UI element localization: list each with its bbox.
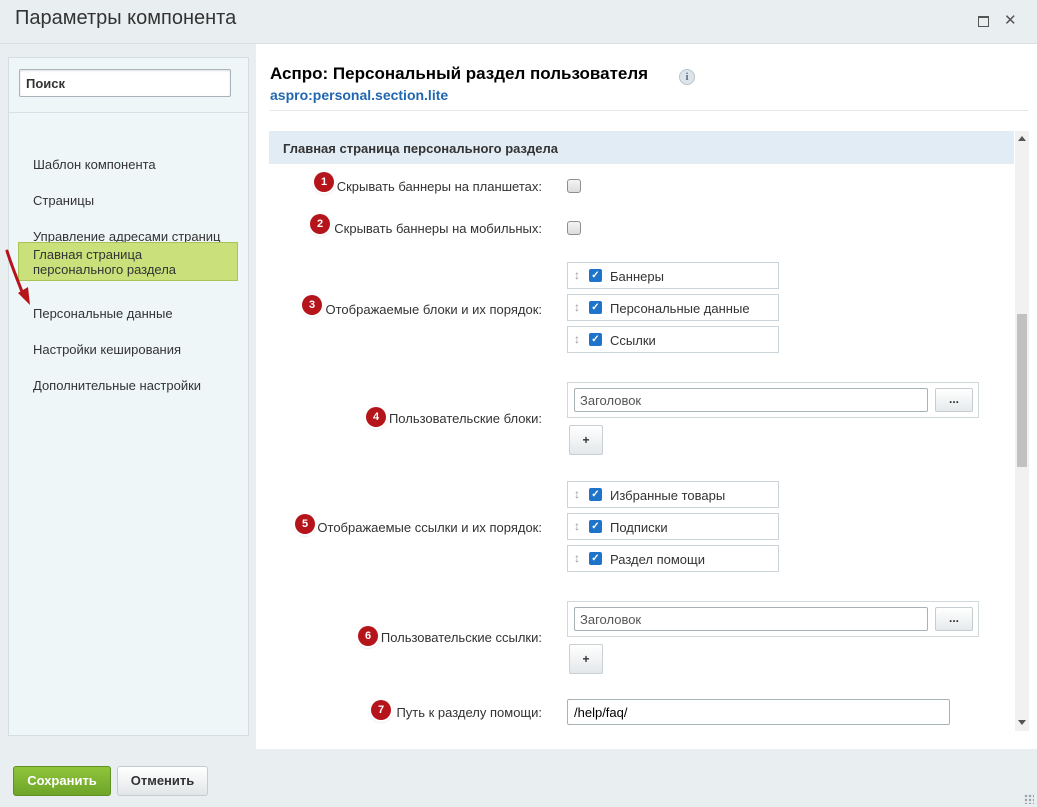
main-panel: Аспро: Персональный раздел пользователя … — [256, 44, 1037, 749]
item-label: Персональные данные — [610, 301, 750, 316]
sidebar-search — [9, 58, 248, 113]
scrollbar[interactable] — [1015, 131, 1029, 731]
save-button[interactable]: Сохранить — [13, 766, 111, 796]
item-checkbox[interactable]: ✓ — [589, 488, 602, 501]
drag-handle-icon[interactable]: ↕ — [574, 268, 580, 282]
param-label: Отображаемые ссылки и их порядок: — [317, 520, 542, 535]
user-block-browse-button[interactable]: ... — [935, 388, 973, 412]
item-checkbox[interactable]: ✓ — [589, 552, 602, 565]
item-checkbox[interactable]: ✓ — [589, 333, 602, 346]
user-links-row: ... — [567, 601, 979, 637]
item-checkbox[interactable]: ✓ — [589, 520, 602, 533]
hide-banners-tablet-checkbox[interactable] — [567, 179, 581, 193]
section-header: Главная страница персонального раздела — [269, 131, 1014, 164]
item-label: Баннеры — [610, 269, 664, 284]
sortable-item[interactable]: ↕ ✓ Ссылки — [567, 326, 779, 353]
item-label: Ссылки — [610, 333, 656, 348]
dialog-title: Параметры компонента — [15, 7, 237, 29]
sidebar-item-main-page-line2: персонального раздела — [33, 262, 177, 277]
drag-handle-icon[interactable]: ↕ — [574, 487, 580, 501]
param-label: Скрывать баннеры на мобильных: — [334, 221, 542, 236]
help-path-input[interactable] — [567, 699, 950, 725]
sidebar: Шаблон компонента Страницы Управление ад… — [8, 57, 249, 736]
sidebar-item-template[interactable]: Шаблон компонента — [19, 157, 238, 172]
param-label: Отображаемые блоки и их порядок: — [325, 302, 542, 317]
user-block-title-input[interactable] — [574, 388, 928, 412]
drag-handle-icon[interactable]: ↕ — [574, 519, 580, 533]
sortable-item[interactable]: ↕ ✓ Избранные товары — [567, 481, 779, 508]
param-label: Пользовательские ссылки: — [380, 630, 542, 645]
step-badge: 3 — [302, 295, 322, 315]
drag-handle-icon[interactable]: ↕ — [574, 551, 580, 565]
sidebar-item-additional-settings[interactable]: Дополнительные настройки — [19, 378, 238, 393]
user-link-browse-button[interactable]: ... — [935, 607, 973, 631]
component-title: Аспро: Персональный раздел пользователя — [270, 64, 649, 83]
sortable-item[interactable]: ↕ ✓ Баннеры — [567, 262, 779, 289]
item-label: Раздел помощи — [610, 552, 705, 567]
item-label: Подписки — [610, 520, 668, 535]
sidebar-item-cache-settings[interactable]: Настройки кеширования — [19, 342, 238, 357]
scroll-thumb[interactable] — [1017, 314, 1027, 467]
drag-handle-icon[interactable]: ↕ — [574, 300, 580, 314]
sortable-item[interactable]: ↕ ✓ Раздел помощи — [567, 545, 779, 572]
hide-banners-mobile-checkbox[interactable] — [567, 221, 581, 235]
header-divider — [270, 110, 1028, 111]
step-badge: 5 — [295, 514, 315, 534]
dialog-footer: Сохранить Отменить — [0, 749, 1037, 807]
add-user-link-button[interactable]: + — [569, 644, 603, 674]
cancel-button[interactable]: Отменить — [117, 766, 208, 796]
search-input[interactable] — [19, 69, 231, 97]
maximize-icon[interactable] — [977, 15, 989, 27]
pointer-arrow-icon — [5, 249, 30, 305]
sidebar-item-pages[interactable]: Страницы — [19, 193, 238, 208]
step-badge: 7 — [371, 700, 391, 720]
close-icon[interactable]: ✕ — [1004, 13, 1017, 28]
drag-handle-icon[interactable]: ↕ — [574, 332, 580, 346]
param-label: Пользовательские блоки: — [388, 411, 542, 426]
step-badge: 2 — [310, 214, 330, 234]
sortable-item[interactable]: ↕ ✓ Персональные данные — [567, 294, 779, 321]
param-label: Путь к разделу помощи: — [396, 705, 542, 720]
sidebar-item-main-page-line1: Главная страница — [33, 247, 143, 262]
step-badge: 6 — [358, 626, 378, 646]
item-label: Избранные товары — [610, 488, 726, 503]
step-badge: 4 — [366, 407, 386, 427]
resize-grip-icon[interactable] — [1024, 794, 1034, 804]
component-code: aspro:personal.section.lite — [270, 87, 449, 103]
sidebar-item-personal-data[interactable]: Персональные данные — [19, 306, 238, 321]
scroll-up-icon[interactable] — [1018, 136, 1026, 141]
param-label: Скрывать баннеры на планшетах: — [336, 179, 542, 194]
sortable-item[interactable]: ↕ ✓ Подписки — [567, 513, 779, 540]
item-checkbox[interactable]: ✓ — [589, 269, 602, 282]
item-checkbox[interactable]: ✓ — [589, 301, 602, 314]
user-link-title-input[interactable] — [574, 607, 928, 631]
dialog-titlebar: Параметры компонента ✕ — [0, 0, 1037, 44]
scroll-down-icon[interactable] — [1018, 720, 1026, 725]
sidebar-item-main-page[interactable]: Главная страница персонального раздела — [18, 242, 238, 281]
user-blocks-row: ... — [567, 382, 979, 418]
add-user-block-button[interactable]: + — [569, 425, 603, 455]
step-badge: 1 — [314, 172, 334, 192]
info-icon[interactable]: i — [679, 69, 695, 85]
